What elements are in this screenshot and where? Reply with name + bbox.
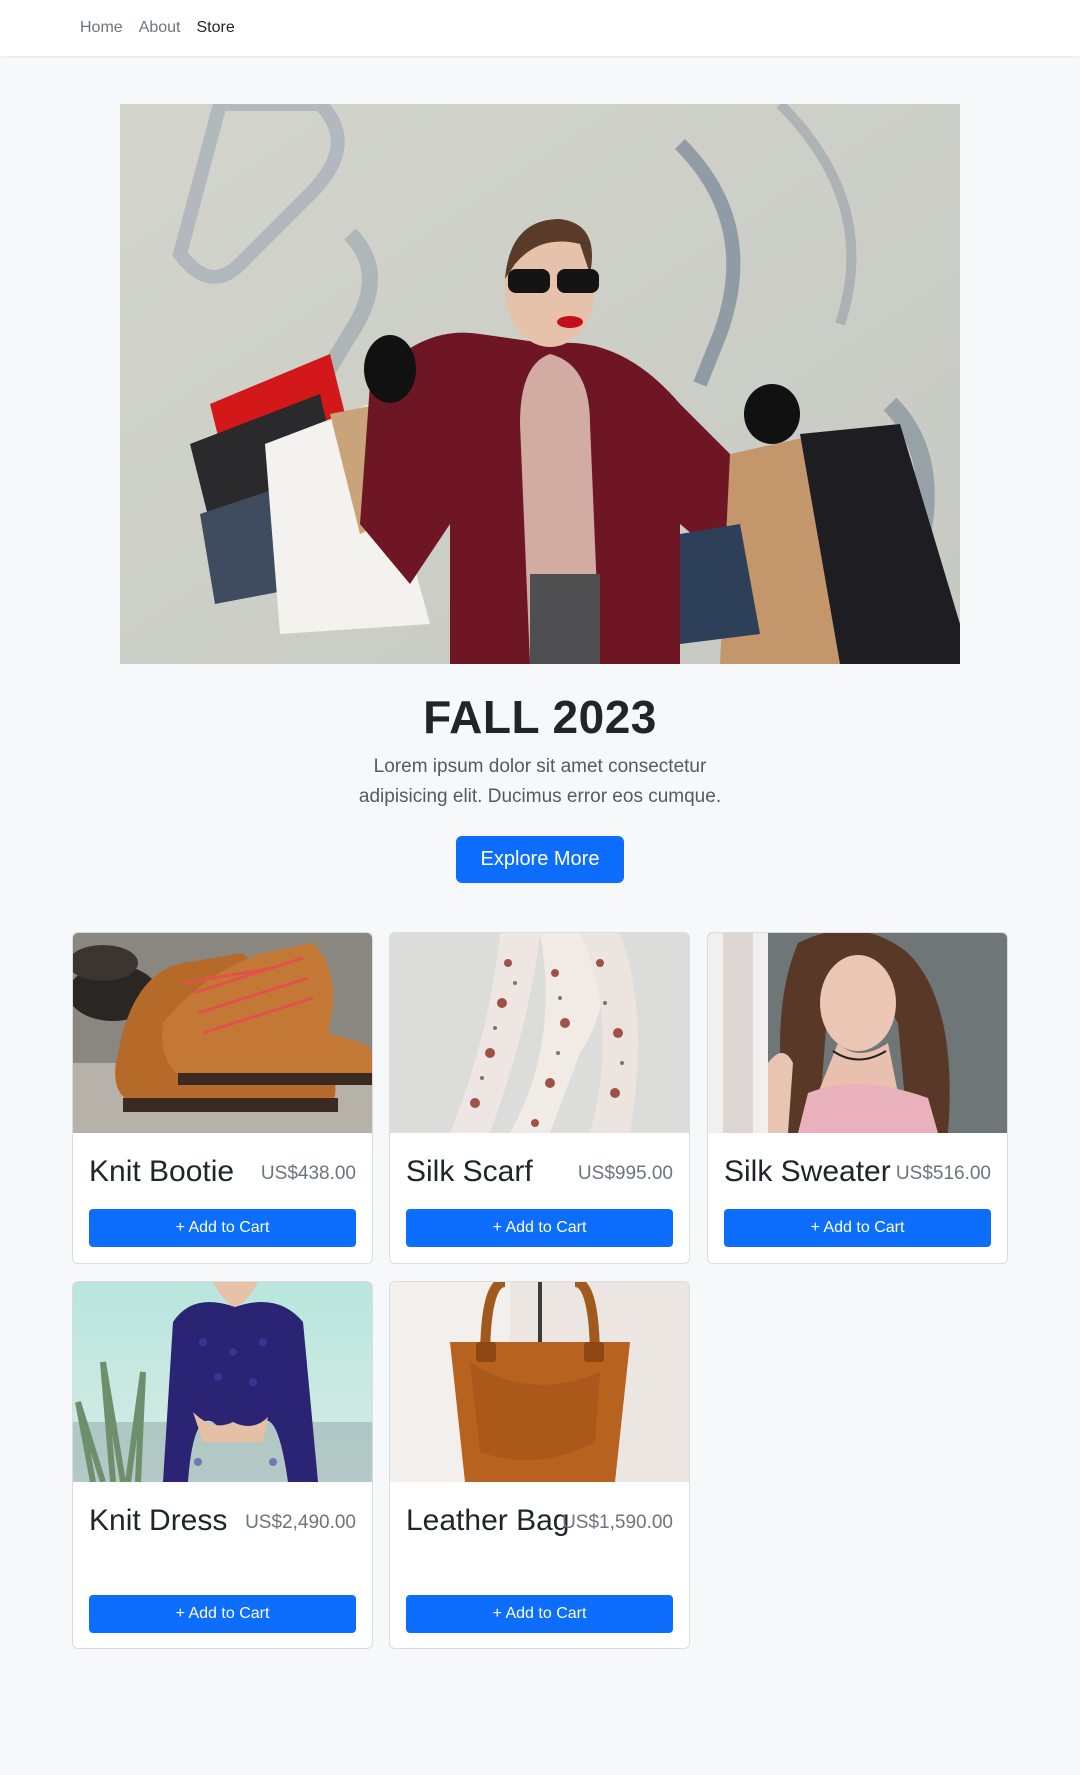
scarf-photo <box>390 933 689 1133</box>
sweater-photo <box>708 933 1007 1133</box>
product-card: Knit Dress US$2,490.00 + Add to Cart <box>72 1281 373 1649</box>
product-name: Knit Bootie <box>89 1155 235 1188</box>
hero-image <box>120 104 960 664</box>
product-price: US$995.00 <box>577 1163 673 1184</box>
product-price: US$2,490.00 <box>245 1512 356 1533</box>
bag-photo <box>390 1282 689 1482</box>
product-price: US$516.00 <box>895 1163 991 1184</box>
add-to-cart-button[interactable]: + Add to Cart <box>406 1595 673 1633</box>
product-price: US$438.00 <box>260 1163 356 1184</box>
product-card: Knit Bootie US$438.00 + Add to Cart <box>72 932 373 1264</box>
explore-more-button[interactable]: Explore More <box>456 836 624 883</box>
product-name: Knit Dress <box>89 1504 228 1537</box>
nav-home-link[interactable]: Home <box>80 19 123 37</box>
boots-photo <box>73 933 372 1133</box>
add-to-cart-button[interactable]: + Add to Cart <box>89 1209 356 1247</box>
product-name: Leather Bag <box>406 1504 570 1537</box>
hero-title: FALL 2023 <box>423 691 657 743</box>
hero-description: Lorem ipsum dolor sit amet consectetur a… <box>358 756 722 807</box>
product-card: Silk Scarf US$995.00 + Add to Cart <box>389 932 690 1264</box>
dress-photo <box>73 1282 372 1482</box>
add-to-cart-button[interactable]: + Add to Cart <box>89 1595 356 1633</box>
add-to-cart-button[interactable]: + Add to Cart <box>406 1209 673 1247</box>
product-name: Silk Sweater <box>724 1155 891 1188</box>
nav-store-link[interactable]: Store <box>197 19 235 37</box>
nav-about-link[interactable]: About <box>139 19 181 37</box>
product-name: Silk Scarf <box>406 1155 533 1188</box>
product-card: Leather Bag US$1,590.00 + Add to Cart <box>389 1281 690 1649</box>
add-to-cart-button[interactable]: + Add to Cart <box>724 1209 991 1247</box>
product-card: Silk Sweater US$516.00 + Add to Cart <box>707 932 1008 1264</box>
product-price: US$1,590.00 <box>562 1512 673 1533</box>
top-navbar: Home About Store <box>0 0 1080 56</box>
